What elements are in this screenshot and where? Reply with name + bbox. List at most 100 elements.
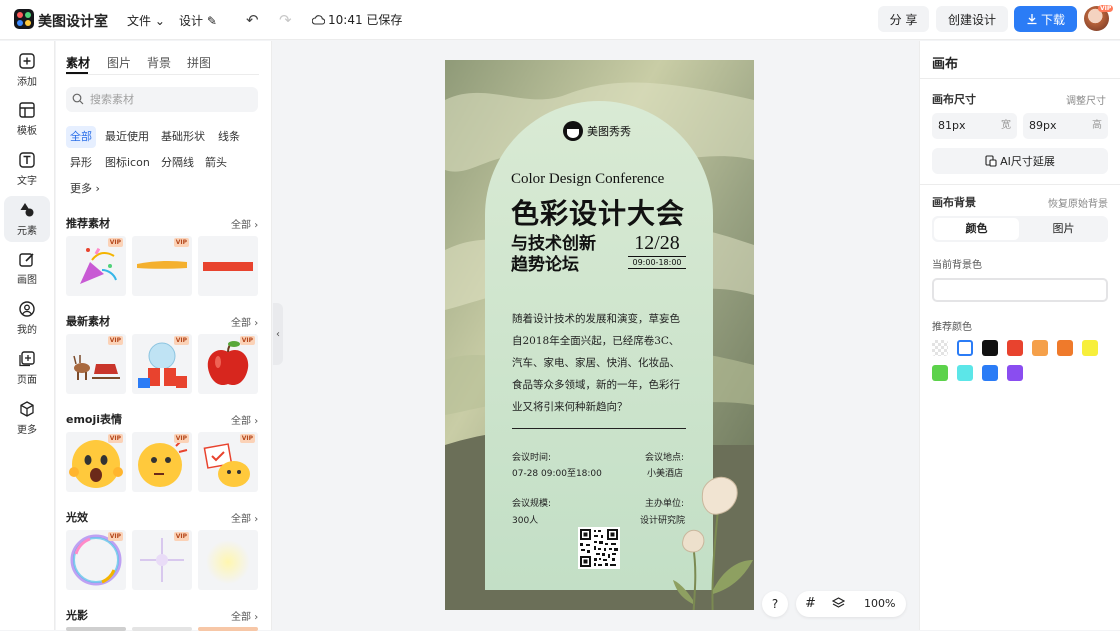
color-swatch[interactable]: [982, 365, 998, 381]
canvas-bg-label: 画布背景: [932, 196, 976, 209]
asset-light-shadow-2[interactable]: [132, 627, 192, 631]
app-logo-icon[interactable]: [14, 9, 34, 29]
chevron-right-icon: ›: [254, 318, 259, 329]
cloud-icon: [312, 15, 325, 25]
tab-images[interactable]: 图片: [107, 54, 131, 71]
width-unit: 宽: [1001, 120, 1011, 131]
section-title-recommended: 推荐素材: [66, 217, 110, 230]
chip-dividers[interactable]: 分隔线: [157, 152, 198, 174]
chip-arrows[interactable]: 箭头: [201, 152, 231, 174]
nav-draw[interactable]: 画图: [4, 245, 50, 291]
current-bg-swatch[interactable]: [932, 278, 1108, 302]
color-swatch[interactable]: [982, 340, 998, 356]
nav-pages[interactable]: 页面: [4, 345, 50, 391]
asset-panel: 素材 图片 背景 拼图 搜索素材 全部 最近使用 基础形状 线条 异形 图标ic…: [56, 41, 272, 631]
chip-irregular[interactable]: 异形: [66, 152, 96, 174]
section-all-recommended[interactable]: 全部 ›: [231, 216, 258, 231]
search-input[interactable]: 搜索素材: [66, 87, 258, 112]
asset-emoji-shocked[interactable]: VIP: [66, 432, 126, 492]
collapse-panel-button[interactable]: ‹: [273, 303, 283, 365]
chip-all[interactable]: 全部: [66, 126, 96, 148]
color-swatch[interactable]: [932, 340, 948, 356]
save-status-text: 10:41 已保存: [328, 13, 403, 27]
nav-add[interactable]: 添加: [4, 47, 50, 93]
redo-icon[interactable]: ↷: [279, 11, 292, 29]
section-all-light-effects[interactable]: 全部 ›: [231, 510, 258, 525]
height-input[interactable]: 89px 高: [1023, 113, 1108, 139]
share-button[interactable]: 分 享: [878, 6, 929, 32]
chip-lines[interactable]: 线条: [214, 126, 244, 148]
create-design-button[interactable]: 创建设计: [936, 6, 1008, 32]
panel-divider: [920, 78, 1120, 79]
asset-light-shadow-3[interactable]: [198, 627, 258, 631]
vip-badge: VIP: [173, 532, 189, 541]
tab-collage[interactable]: 拼图: [187, 54, 211, 71]
section-all-light-shadow[interactable]: 全部 ›: [231, 608, 258, 623]
poster-info-label-scale: 会议规模:: [512, 499, 552, 509]
help-button[interactable]: ?: [762, 591, 788, 617]
grid-icon[interactable]: #: [805, 596, 816, 611]
panel-divider: [920, 184, 1120, 185]
download-button[interactable]: 下载: [1014, 6, 1077, 32]
poster-date-divider: [628, 256, 686, 257]
chevron-right-icon: ›: [254, 514, 259, 525]
color-swatch[interactable]: [1007, 340, 1023, 356]
nav-more[interactable]: 更多: [4, 395, 50, 441]
asset-light-shadow-1[interactable]: [66, 627, 126, 631]
layers-icon[interactable]: [832, 597, 845, 610]
nav-template-label: 模板: [17, 126, 37, 137]
chip-basic-shapes[interactable]: 基础形状: [157, 126, 209, 148]
vip-badge: VIP: [239, 336, 255, 345]
asset-emoji-thinking[interactable]: VIP: [132, 432, 192, 492]
nav-template[interactable]: 模板: [4, 96, 50, 142]
nav-mine[interactable]: 我的: [4, 295, 50, 341]
asset-snow-globe-gift[interactable]: VIP: [132, 334, 192, 394]
width-input[interactable]: 81px 宽: [932, 113, 1017, 139]
color-swatch[interactable]: [957, 365, 973, 381]
ai-resize-label: AI尺寸延展: [1000, 155, 1055, 168]
nav-elements[interactable]: 元素: [4, 196, 50, 242]
zoom-level[interactable]: 100%: [864, 597, 895, 610]
poster-brand-name: 美图秀秀: [587, 126, 631, 138]
color-swatch[interactable]: [932, 365, 948, 381]
chip-more[interactable]: 更多 ›: [66, 178, 104, 200]
poster-canvas[interactable]: 美图秀秀 Color Design Conference 色彩设计大会 与技术创…: [445, 60, 754, 610]
color-swatch[interactable]: [1032, 340, 1048, 356]
asset-apple[interactable]: VIP: [198, 334, 258, 394]
save-status: 10:41 已保存: [312, 11, 402, 28]
chip-recent[interactable]: 最近使用: [101, 126, 153, 148]
tab-backgrounds[interactable]: 背景: [147, 54, 171, 71]
height-value: 89px: [1029, 119, 1057, 132]
asset-red-rect[interactable]: [198, 236, 258, 296]
bg-type-color[interactable]: 颜色: [934, 218, 1019, 240]
tab-materials[interactable]: 素材: [66, 54, 90, 71]
asset-yellow-brush[interactable]: VIP: [132, 236, 192, 296]
adjust-size-link[interactable]: 调整尺寸: [1066, 92, 1106, 107]
file-menu[interactable]: 文件 ⌄: [127, 12, 165, 29]
color-swatch[interactable]: [1082, 340, 1098, 356]
nav-text[interactable]: 文字: [4, 146, 50, 192]
design-menu[interactable]: 设计 ✎: [179, 12, 217, 29]
section-title-latest: 最新素材: [66, 315, 110, 328]
height-unit: 高: [1092, 120, 1102, 131]
section-all-emoji[interactable]: 全部 ›: [231, 412, 258, 427]
ai-resize-button[interactable]: AI尺寸延展: [932, 148, 1108, 174]
see-all-label: 全部: [231, 416, 251, 427]
asset-party-popper[interactable]: VIP: [66, 236, 126, 296]
color-swatch[interactable]: [1007, 365, 1023, 381]
restore-bg-link[interactable]: 恢复原始背景: [1048, 195, 1108, 210]
chevron-right-icon: ›: [254, 220, 259, 231]
section-title-light-shadow: 光影: [66, 609, 88, 622]
section-all-latest[interactable]: 全部 ›: [231, 314, 258, 329]
asset-emoji-checklist[interactable]: VIP: [198, 432, 258, 492]
asset-reindeer-sleigh[interactable]: VIP: [66, 334, 126, 394]
asset-rainbow-bubble[interactable]: VIP: [66, 530, 126, 590]
asset-glow[interactable]: [198, 530, 258, 590]
chip-icons[interactable]: 图标icon: [101, 152, 154, 174]
color-swatch[interactable]: [957, 340, 973, 356]
asset-sparkle[interactable]: VIP: [132, 530, 192, 590]
bg-type-image[interactable]: 图片: [1021, 218, 1106, 240]
undo-icon[interactable]: ↶: [246, 11, 259, 29]
user-icon: [18, 300, 36, 318]
color-swatch[interactable]: [1057, 340, 1073, 356]
